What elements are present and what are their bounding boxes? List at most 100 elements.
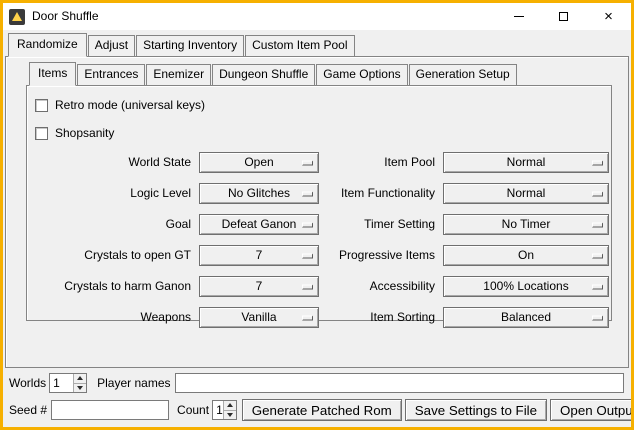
logic-level-value: No Glitches [228, 186, 290, 201]
progressive-items-value: On [518, 248, 534, 263]
item-pool-label: Item Pool [327, 155, 435, 170]
crystals-gt-label: Crystals to open GT [31, 248, 191, 263]
randomize-panel: Items Entrances Enemizer Dungeon Shuffle… [5, 56, 629, 368]
minimize-button[interactable] [496, 3, 541, 30]
worlds-spin-down-button[interactable] [74, 383, 86, 393]
goal-dropdown[interactable]: Defeat Ganon [199, 214, 319, 235]
shopsanity-checkbox[interactable]: Shopsanity [35, 124, 607, 142]
crystals-ganon-dropdown[interactable]: 7 [199, 276, 319, 297]
checkbox-box-icon [35, 127, 48, 140]
progressive-items-dropdown[interactable]: On [443, 245, 609, 266]
window-title: Door Shuffle [32, 9, 99, 24]
seed-label: Seed # [9, 403, 47, 418]
player-names-input[interactable] [175, 373, 625, 393]
spinner-arrows [73, 374, 86, 392]
count-spin-down-button[interactable] [224, 410, 236, 420]
main-tab-bar: Randomize Adjust Starting Inventory Cust… [5, 33, 629, 56]
titlebar: Door Shuffle × [3, 3, 631, 30]
accessibility-dropdown[interactable]: 100% Locations [443, 276, 609, 297]
dropdown-indicator-icon [592, 160, 603, 165]
dropdown-indicator-icon [592, 284, 603, 289]
dropdown-indicator-icon [302, 253, 313, 258]
item-functionality-value: Normal [507, 186, 546, 201]
tab-game-options[interactable]: Game Options [316, 64, 407, 86]
close-button[interactable]: × [586, 3, 631, 30]
dropdown-indicator-icon [592, 222, 603, 227]
tab-dungeon-shuffle[interactable]: Dungeon Shuffle [212, 64, 315, 86]
worlds-label: Worlds [9, 376, 46, 391]
arrow-down-icon [227, 413, 233, 417]
generate-patched-rom-button[interactable]: Generate Patched Rom [242, 399, 402, 421]
maximize-button[interactable] [541, 3, 586, 30]
world-state-dropdown[interactable]: Open [199, 152, 319, 173]
count-spin-up-button[interactable] [224, 401, 236, 410]
tab-randomize[interactable]: Randomize [8, 33, 87, 57]
item-functionality-label: Item Functionality [327, 186, 435, 201]
count-spinner[interactable]: 1 [212, 400, 237, 420]
item-sorting-label: Item Sorting [327, 310, 435, 325]
tab-custom-item-pool[interactable]: Custom Item Pool [245, 35, 354, 57]
retro-mode-label: Retro mode (universal keys) [55, 98, 205, 113]
world-state-value: Open [244, 155, 273, 170]
randomize-notebook: Items Entrances Enemizer Dungeon Shuffle… [26, 62, 612, 321]
dropdown-indicator-icon [302, 160, 313, 165]
items-panel: Retro mode (universal keys) Shopsanity W… [26, 85, 612, 321]
count-value: 1 [213, 401, 223, 419]
save-settings-button[interactable]: Save Settings to File [405, 399, 547, 421]
item-sorting-dropdown[interactable]: Balanced [443, 307, 609, 328]
tab-enemizer[interactable]: Enemizer [146, 64, 211, 86]
options-grid: World State Open Item Pool Normal Logic … [31, 152, 607, 328]
close-icon: × [604, 12, 613, 22]
worlds-spinner[interactable]: 1 [49, 373, 87, 393]
item-pool-dropdown[interactable]: Normal [443, 152, 609, 173]
dropdown-indicator-icon [592, 315, 603, 320]
crystals-gt-dropdown[interactable]: 7 [199, 245, 319, 266]
app-icon [9, 9, 25, 25]
item-sorting-value: Balanced [501, 310, 551, 325]
timer-setting-label: Timer Setting [327, 217, 435, 232]
tab-entrances[interactable]: Entrances [77, 64, 145, 86]
tab-items[interactable]: Items [29, 62, 76, 86]
logic-level-label: Logic Level [31, 186, 191, 201]
minimize-icon [514, 16, 524, 17]
tab-generation-setup[interactable]: Generation Setup [409, 64, 517, 86]
retro-mode-checkbox[interactable]: Retro mode (universal keys) [35, 96, 607, 114]
worlds-spin-up-button[interactable] [74, 374, 86, 383]
player-names-label: Player names [97, 376, 170, 391]
accessibility-value: 100% Locations [483, 279, 568, 294]
spinner-arrows [223, 401, 236, 419]
dropdown-indicator-icon [302, 315, 313, 320]
main-notebook: Randomize Adjust Starting Inventory Cust… [5, 33, 629, 368]
item-functionality-dropdown[interactable]: Normal [443, 183, 609, 204]
tab-starting-inventory[interactable]: Starting Inventory [136, 35, 244, 57]
logic-level-dropdown[interactable]: No Glitches [199, 183, 319, 204]
checkbox-box-icon [35, 99, 48, 112]
caption-buttons: × [496, 3, 631, 30]
dropdown-indicator-icon [592, 253, 603, 258]
arrow-up-icon [77, 376, 83, 380]
worlds-value: 1 [50, 374, 73, 392]
dropdown-indicator-icon [302, 222, 313, 227]
timer-setting-dropdown[interactable]: No Timer [443, 214, 609, 235]
app-window: Door Shuffle × Randomize Adjust Starting… [0, 0, 634, 430]
progressive-items-label: Progressive Items [327, 248, 435, 263]
world-state-label: World State [31, 155, 191, 170]
crystals-ganon-label: Crystals to harm Ganon [31, 279, 191, 294]
weapons-value: Vanilla [241, 310, 276, 325]
crystals-gt-value: 7 [256, 248, 263, 263]
seed-input[interactable] [51, 400, 169, 420]
titlebar-left: Door Shuffle [3, 9, 99, 25]
bottom-bar: Worlds 1 Player names Seed # Count 1 [3, 369, 631, 427]
count-label: Count [177, 403, 209, 418]
crystals-ganon-value: 7 [256, 279, 263, 294]
weapons-label: Weapons [31, 310, 191, 325]
shopsanity-label: Shopsanity [55, 126, 114, 141]
item-pool-value: Normal [507, 155, 546, 170]
timer-setting-value: No Timer [502, 217, 551, 232]
goal-label: Goal [31, 217, 191, 232]
tab-adjust[interactable]: Adjust [88, 35, 135, 57]
goal-value: Defeat Ganon [222, 217, 297, 232]
open-output-directory-button[interactable]: Open Output Directory [550, 399, 634, 421]
arrow-up-icon [227, 403, 233, 407]
weapons-dropdown[interactable]: Vanilla [199, 307, 319, 328]
